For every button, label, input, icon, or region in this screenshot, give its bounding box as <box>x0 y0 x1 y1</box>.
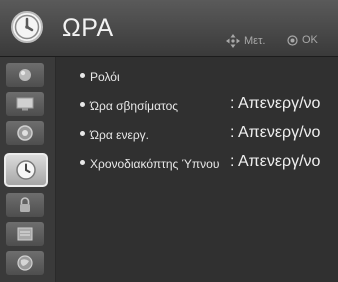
globe-icon <box>17 255 33 271</box>
ok-hint-label: OK <box>302 34 318 46</box>
picture-icon <box>19 69 31 81</box>
bullet-icon <box>80 131 85 137</box>
menu-content: Ρολόι Ώρα σβησίματος : Απενεργ/νο Ώρα εν… <box>56 57 338 282</box>
menu-item-label: Ώρα ενεργ. <box>90 127 149 142</box>
dpad-icon <box>226 34 240 48</box>
sidebar-item-picture[interactable] <box>6 63 44 87</box>
ok-hint: OK <box>287 34 318 46</box>
category-sidebar <box>0 57 55 282</box>
sidebar-item-time[interactable] <box>4 153 48 187</box>
off-time-value: : Απενεργ/νο <box>230 95 321 112</box>
sidebar-item-audio[interactable] <box>6 121 44 145</box>
menu-item-clock[interactable]: Ρολόι <box>80 69 120 84</box>
sleep-timer-value: : Απενεργ/νο <box>230 153 321 170</box>
sidebar-item-network[interactable] <box>6 251 44 275</box>
bullet-icon <box>80 102 85 108</box>
menu-item-label: Ρολόι <box>90 69 120 84</box>
menu-item-off-time[interactable]: Ώρα σβησίματος <box>80 98 178 113</box>
sidebar-item-options[interactable] <box>6 222 44 246</box>
menu-header: ΩΡΑ Μετ. OK <box>0 0 338 57</box>
options-icon <box>17 227 33 241</box>
clock-icon <box>10 10 44 44</box>
menu-item-sleep-timer[interactable]: Χρονοδιακόπτης Ύπνου <box>80 156 219 171</box>
move-hint: Μετ. <box>226 34 265 48</box>
move-hint-label: Μετ. <box>244 35 266 47</box>
sidebar-item-lock[interactable] <box>6 193 44 217</box>
menu-item-label: Χρονοδιακόπτης Ύπνου <box>90 156 220 171</box>
menu-item-label: Ώρα σβησίματος <box>90 98 179 113</box>
ok-button-icon <box>287 34 298 46</box>
page-title: ΩΡΑ <box>62 14 114 42</box>
sidebar-item-screen[interactable] <box>6 92 44 116</box>
tv-menu-screen: ΩΡΑ Μετ. OK Ρολόι Ώρα σβησίματος: Απενε… <box>0 0 338 282</box>
lock-icon <box>20 197 30 212</box>
menu-item-on-time[interactable]: Ώρα ενεργ. <box>80 127 149 142</box>
bullet-icon <box>80 160 85 166</box>
bullet-icon <box>80 73 85 79</box>
screen-icon <box>16 97 34 111</box>
on-time-value: : Απενεργ/νο <box>230 124 321 141</box>
clock-icon <box>16 160 36 180</box>
speaker-icon <box>17 125 33 141</box>
